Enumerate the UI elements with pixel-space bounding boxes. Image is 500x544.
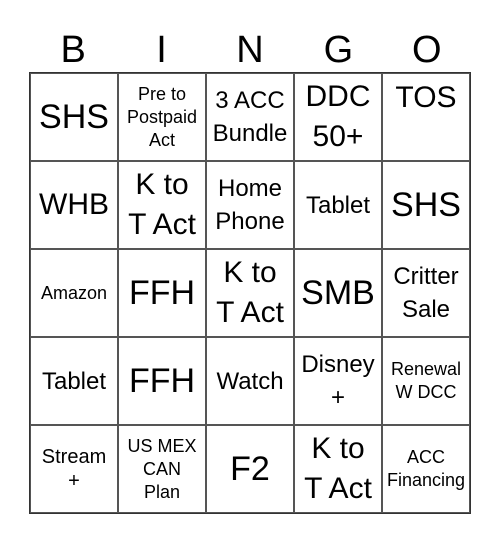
header-letter-n: N	[236, 29, 264, 71]
bingo-cell-label: WHB	[39, 188, 109, 221]
bingo-cell-label: Renewal W DCC	[390, 359, 462, 402]
bingo-cell-label: SMB	[301, 274, 375, 312]
bingo-cell-label: Tablet	[305, 191, 371, 219]
bingo-cell[interactable]: ACC Financing	[382, 425, 470, 513]
bingo-cell[interactable]: TOS	[382, 73, 470, 161]
bingo-cell-label: SHS	[39, 98, 109, 136]
bingo-grid: SHS Pre to Postpaid Act 3 ACC Bundle DDC 50…	[29, 72, 471, 514]
bingo-cell[interactable]: Pre to Postpaid Act	[118, 73, 206, 161]
header-letter-i: I	[156, 29, 167, 71]
bingo-cell-label: Disney +	[301, 351, 375, 411]
bingo-cell-label: ACC Financing	[386, 447, 466, 490]
bingo-cell[interactable]: Disney +	[294, 337, 382, 425]
bingo-cell-label: Tablet	[41, 367, 107, 395]
bingo-cell-label: 3 ACC Bundle	[212, 87, 288, 147]
bingo-cell[interactable]: Critter Sale	[382, 249, 470, 337]
bingo-cell-label: Home Phone	[215, 175, 285, 235]
bingo-cell-label: Critter Sale	[393, 263, 459, 323]
bingo-cell[interactable]: FFH	[118, 337, 206, 425]
bingo-cell[interactable]: 3 ACC Bundle	[206, 73, 294, 161]
bingo-cell[interactable]: Amazon	[30, 249, 118, 337]
bingo-cell[interactable]: Watch	[206, 337, 294, 425]
bingo-cell-label: K to T Act	[304, 432, 372, 505]
bingo-cell-label: Pre to Postpaid Act	[126, 83, 198, 150]
bingo-cell-label: DDC 50+	[305, 80, 371, 153]
bingo-cell-label: SHS	[391, 186, 461, 224]
bingo-cell[interactable]: FFH	[118, 249, 206, 337]
bingo-cell-label: F2	[230, 450, 270, 488]
bingo-cell-label: Stream +	[41, 446, 107, 492]
bingo-cell[interactable]: Renewal W DCC	[382, 337, 470, 425]
bingo-cell[interactable]: DDC 50+	[294, 73, 382, 161]
bingo-cell-label: TOS	[395, 81, 457, 114]
bingo-cell[interactable]: F2	[206, 425, 294, 513]
bingo-cell-label: K to T Act	[216, 256, 284, 329]
bingo-cell[interactable]: SHS	[30, 73, 118, 161]
bingo-cell[interactable]: Tablet	[30, 337, 118, 425]
bingo-cell-label: K to T Act	[128, 168, 196, 241]
bingo-cell[interactable]: K to T Act	[294, 425, 382, 513]
bingo-cell[interactable]: SMB	[294, 249, 382, 337]
header-letter-o: O	[411, 29, 442, 71]
header-letter-g: G	[323, 29, 354, 71]
bingo-cell[interactable]: K to T Act	[206, 249, 294, 337]
bingo-cell-label: US MEX CAN Plan	[127, 435, 197, 502]
bingo-cell[interactable]: SHS	[382, 161, 470, 249]
header-letter-b: B	[60, 29, 86, 71]
bingo-cell[interactable]: Home Phone	[206, 161, 294, 249]
bingo-cell[interactable]: Tablet	[294, 161, 382, 249]
bingo-cell-label: Watch	[216, 367, 284, 395]
bingo-cell-label: FFH	[128, 362, 196, 400]
bingo-cell[interactable]: US MEX CAN Plan	[118, 425, 206, 513]
bingo-cell[interactable]: Stream +	[30, 425, 118, 513]
bingo-header: B I N G O	[29, 28, 471, 72]
bingo-cell[interactable]: K to T Act	[118, 161, 206, 249]
bingo-cell[interactable]: WHB	[30, 161, 118, 249]
bingo-cell-label: Amazon	[40, 282, 108, 303]
bingo-cell-label: FFH	[128, 274, 196, 312]
